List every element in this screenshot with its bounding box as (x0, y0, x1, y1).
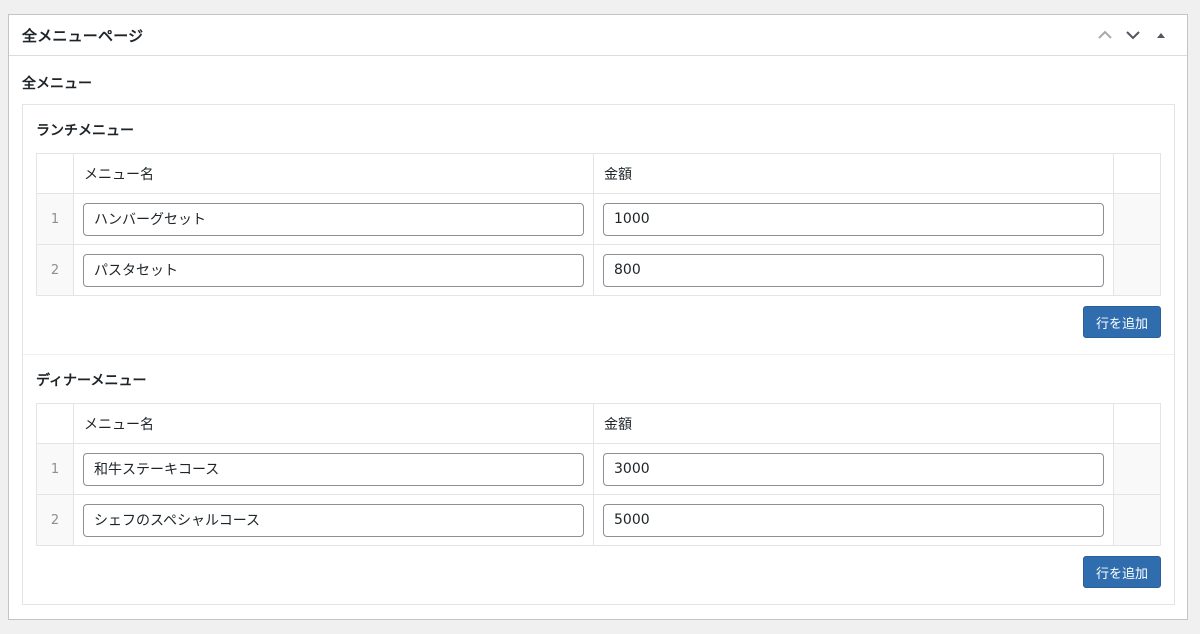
repeater-table: メニュー名 金額 1 (36, 403, 1161, 546)
row-order-handle[interactable]: 1 (36, 193, 74, 245)
table-row: 1 (36, 443, 1161, 495)
menu-name-input[interactable] (83, 202, 584, 236)
move-down-button[interactable] (1119, 17, 1147, 53)
row-remove-cell[interactable] (1113, 193, 1161, 245)
remove-header (1113, 153, 1161, 194)
row-remove-cell[interactable] (1113, 494, 1161, 546)
handle-actions (1091, 17, 1175, 53)
postbox-title: 全メニューページ (22, 26, 144, 45)
group-lunch: ランチメニュー メニュー名 金額 1 ハンバーグセット 1000 2 パスタセッ… (23, 105, 1174, 354)
remove-header (1113, 403, 1161, 444)
postbox-header: 全メニューページ (9, 15, 1187, 56)
group-label: ランチメニュー (36, 123, 134, 139)
move-up-button[interactable] (1091, 17, 1119, 53)
actions: 行を追加 (36, 306, 1161, 338)
postbox-inside: 全メニュー ランチメニュー メニュー名 金額 1 ハンバーグセット 1000 2… (9, 75, 1187, 605)
toggle-panel-button[interactable] (1147, 17, 1175, 53)
group-wrap: ランチメニュー メニュー名 金額 1 ハンバーグセット 1000 2 パスタセッ… (22, 104, 1175, 605)
column-header-name: メニュー名 (73, 403, 594, 444)
add-row-button[interactable]: 行を追加 (1082, 556, 1161, 588)
price-cell (593, 494, 1114, 546)
row-order-handle[interactable]: 2 (36, 244, 74, 296)
price-cell (593, 443, 1114, 495)
name-cell (73, 443, 594, 495)
field-label: 全メニュー (22, 76, 92, 92)
price-cell (593, 193, 1114, 245)
row-order-handle[interactable]: 2 (36, 494, 74, 546)
price-input[interactable] (603, 452, 1104, 486)
price-input[interactable] (603, 503, 1104, 537)
postbox: 全メニューページ 全メニュー ランチメニュー メニュー名 金額 1 ハンバーグセ… (8, 14, 1188, 620)
order-header (36, 403, 74, 444)
menu-name-input[interactable] (83, 452, 584, 486)
column-header-name: メニュー名 (73, 153, 594, 194)
order-header (36, 153, 74, 194)
triangle-up-icon (1157, 33, 1165, 38)
menu-name-input[interactable] (83, 503, 584, 537)
table-row: 2 (36, 244, 1161, 296)
group-label: ディナーメニュー (36, 373, 147, 389)
add-row-button[interactable]: 行を追加 (1082, 306, 1161, 338)
menu-name-input[interactable] (83, 253, 584, 287)
column-header-price: 金額 (593, 153, 1114, 194)
price-input[interactable] (603, 253, 1104, 287)
column-header-price: 金額 (593, 403, 1114, 444)
chevron-down-icon (1126, 31, 1140, 40)
table-header-row: メニュー名 金額 (36, 153, 1161, 194)
name-cell (73, 244, 594, 296)
chevron-up-icon (1098, 30, 1112, 39)
name-cell (73, 193, 594, 245)
group-dinner: ディナーメニュー メニュー名 金額 1 和牛ステーキコース 3000 2 シェフ… (23, 354, 1174, 604)
table-row: 2 (36, 494, 1161, 546)
price-cell (593, 244, 1114, 296)
row-order-handle[interactable]: 1 (36, 443, 74, 495)
row-remove-cell[interactable] (1113, 443, 1161, 495)
table-row: 1 (36, 193, 1161, 245)
row-remove-cell[interactable] (1113, 244, 1161, 296)
name-cell (73, 494, 594, 546)
repeater-table: メニュー名 金額 1 (36, 153, 1161, 296)
price-input[interactable] (603, 202, 1104, 236)
table-header-row: メニュー名 金額 (36, 403, 1161, 444)
actions: 行を追加 (36, 556, 1161, 588)
